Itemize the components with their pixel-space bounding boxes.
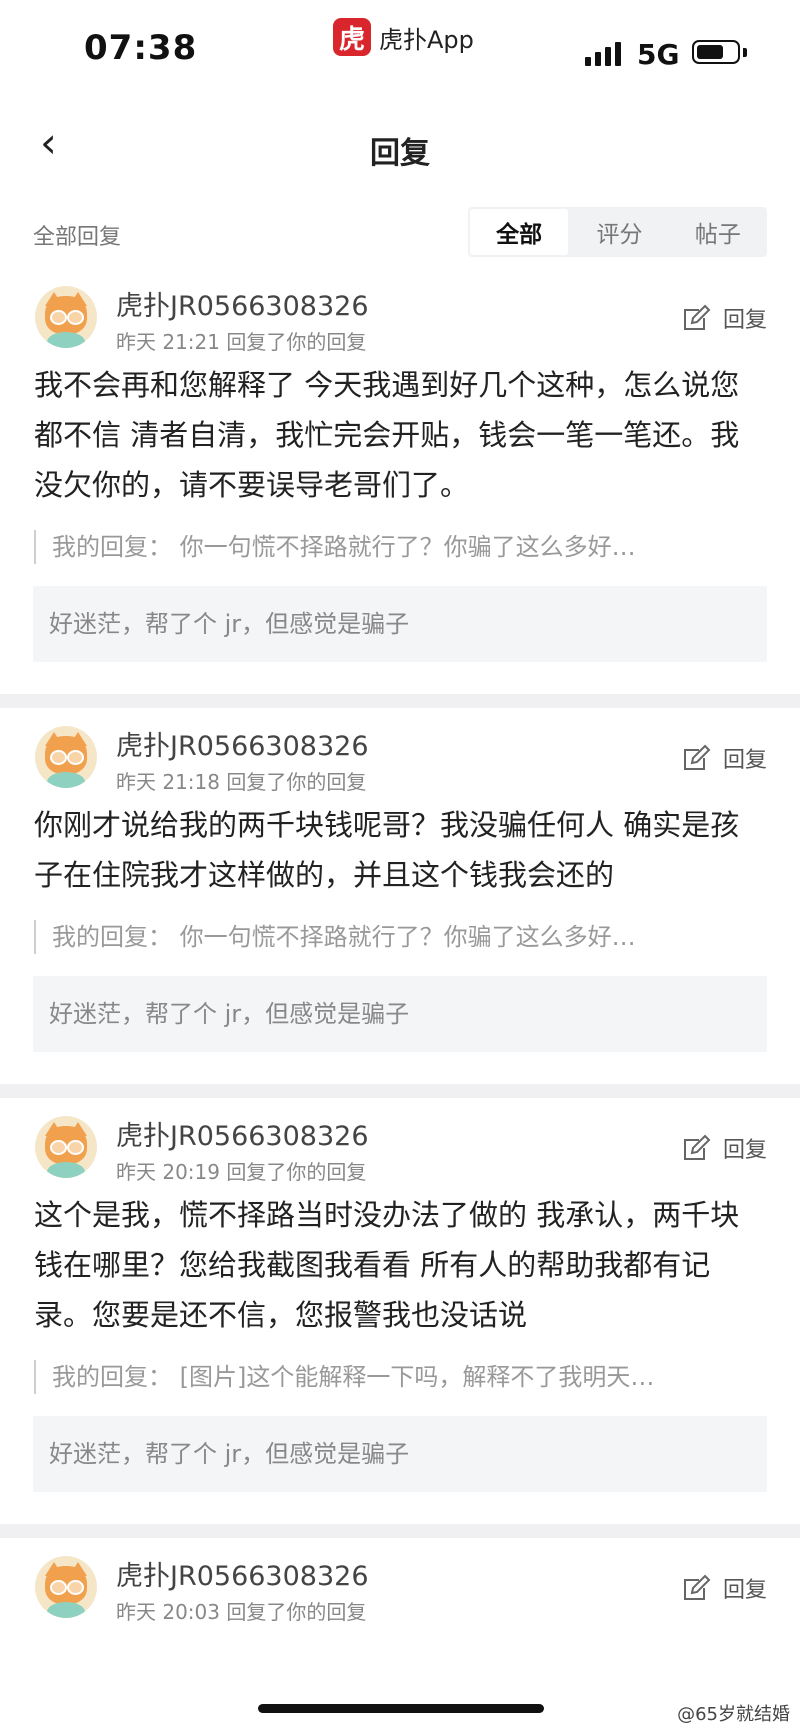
page-title: 回复 (370, 136, 430, 171)
reply-card: 虎扑JR0566308326 昨天 21:18 回复了你的回复 回复 你刚才说给… (0, 708, 800, 1098)
reply-meta: 昨天 21:21 回复了你的回复 (116, 330, 367, 354)
app-badge: 虎 虎扑App (333, 18, 474, 56)
reply-card: 虎扑JR0566308326 昨天 21:21 回复了你的回复 回复 我不会再和… (0, 268, 800, 708)
watermark: @65岁就结婚 (677, 1704, 790, 1725)
original-post-quote[interactable]: 好迷茫，帮了个 jr，但感觉是骗子 (33, 1416, 767, 1492)
edit-icon (683, 1574, 711, 1600)
network-type: 5G (637, 38, 680, 71)
reply-button[interactable]: 回复 (681, 742, 767, 774)
reply-card: 虎扑JR0566308326 昨天 20:03 回复了你的回复 回复 (0, 1538, 800, 1630)
reply-meta: 昨天 21:18 回复了你的回复 (116, 770, 367, 794)
avatar[interactable] (35, 286, 97, 348)
reply-content: 我不会再和您解释了 今天我遇到好几个这种，怎么说您都不信 清者自清，我忙完会开贴… (34, 368, 740, 502)
reply-button[interactable]: 回复 (681, 1572, 767, 1604)
reply-content: 这个是我，慌不择路当时没办法了做的 我承认，两千块钱在哪里？您给我截图我看看 所… (34, 1198, 740, 1332)
username[interactable]: 虎扑JR0566308326 (116, 284, 369, 323)
avatar[interactable] (35, 1556, 97, 1618)
tab-rating[interactable]: 评分 (570, 207, 668, 257)
reply-list: 虎扑JR0566308326 昨天 21:21 回复了你的回复 回复 我不会再和… (0, 268, 800, 1630)
edit-icon (683, 744, 711, 770)
my-reply[interactable]: 我的回复： [图片]这个能解释一下吗，解释不了我明天… (34, 1360, 766, 1394)
status-time: 07:38 (84, 28, 198, 68)
reply-meta: 昨天 20:03 回复了你的回复 (116, 1600, 367, 1624)
reply-label: 回复 (722, 308, 767, 333)
edit-icon (683, 304, 711, 330)
my-reply[interactable]: 我的回复： 你一句慌不择路就行了？你骗了这么多好… (34, 920, 766, 954)
app-name: 虎扑App (379, 25, 474, 54)
battery-icon (692, 40, 740, 64)
reply-button[interactable]: 回复 (681, 1132, 767, 1164)
avatar[interactable] (35, 726, 97, 788)
reply-label: 回复 (722, 1138, 767, 1163)
reply-button[interactable]: 回复 (681, 302, 767, 334)
nav-bar: ‹ 回复 (0, 100, 800, 190)
reply-content: 你刚才说给我的两千块钱呢哥？我没骗任何人 确实是孩子在住院我才这样做的，并且这个… (34, 808, 740, 892)
my-reply[interactable]: 我的回复： 你一句慌不择路就行了？你骗了这么多好… (34, 530, 766, 564)
divider (0, 1084, 800, 1098)
app-logo-icon: 虎 (333, 18, 371, 56)
divider (0, 1524, 800, 1538)
username[interactable]: 虎扑JR0566308326 (116, 724, 369, 763)
tab-posts[interactable]: 帖子 (669, 207, 767, 257)
edit-icon (683, 1134, 711, 1160)
filter-label: 全部回复 (33, 225, 122, 250)
original-post-quote[interactable]: 好迷茫，帮了个 jr，但感觉是骗子 (33, 976, 767, 1052)
reply-meta: 昨天 20:19 回复了你的回复 (116, 1160, 367, 1184)
reply-card: 虎扑JR0566308326 昨天 20:19 回复了你的回复 回复 这个是我，… (0, 1098, 800, 1538)
tab-all[interactable]: 全部 (470, 209, 569, 255)
reply-label: 回复 (722, 1578, 767, 1603)
username[interactable]: 虎扑JR0566308326 (116, 1554, 369, 1593)
filter-segmented-control: 全部 评分 帖子 (468, 207, 767, 257)
reply-label: 回复 (722, 748, 767, 773)
divider (0, 694, 800, 708)
original-post-quote[interactable]: 好迷茫，帮了个 jr，但感觉是骗子 (33, 586, 767, 662)
signal-icon (585, 40, 621, 66)
battery-cap-icon (743, 48, 747, 57)
avatar[interactable] (35, 1116, 97, 1178)
status-bar: 07:38 虎 虎扑App 5G (0, 0, 800, 100)
filter-row: 全部回复 全部 评分 帖子 (0, 205, 800, 265)
username[interactable]: 虎扑JR0566308326 (116, 1114, 369, 1153)
home-indicator[interactable] (258, 1704, 544, 1713)
